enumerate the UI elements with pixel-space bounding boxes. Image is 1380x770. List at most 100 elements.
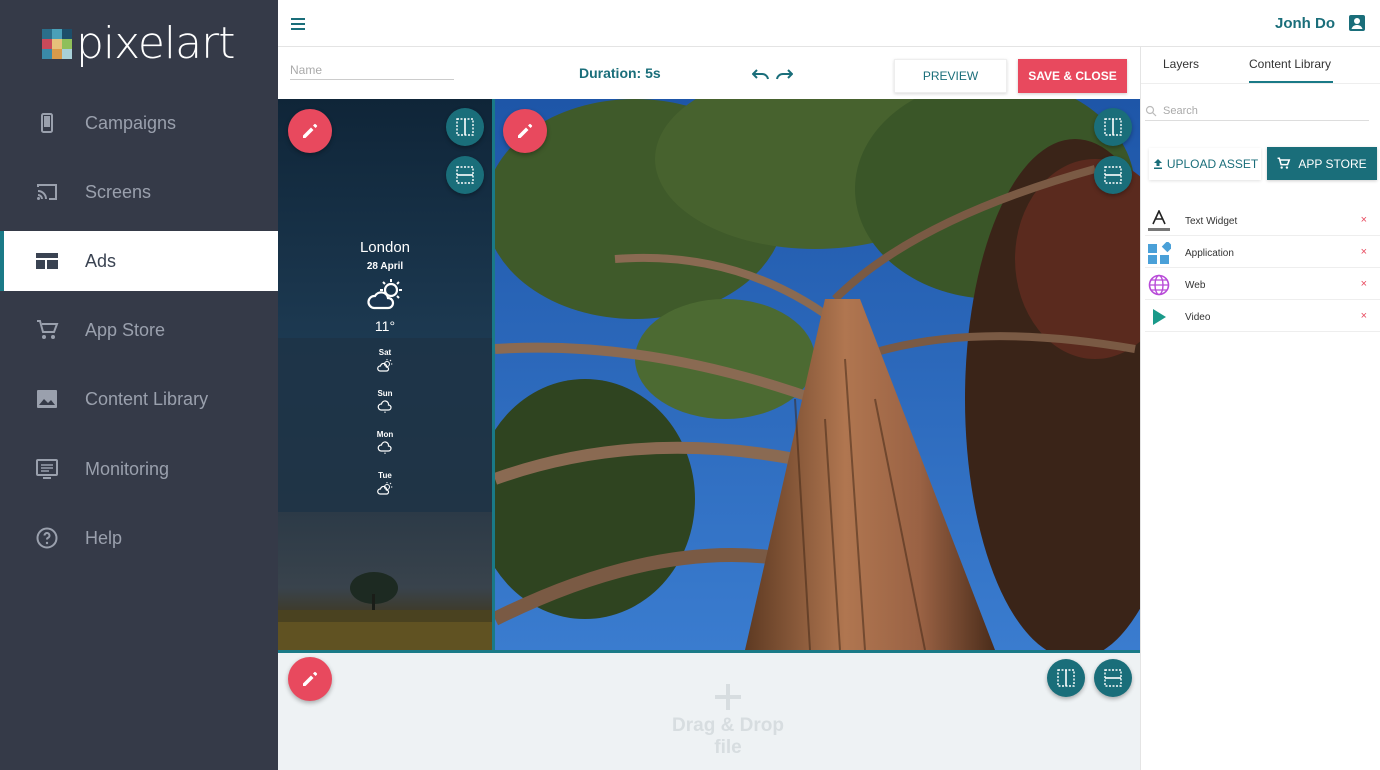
delete-icon[interactable]: ×	[1361, 310, 1367, 322]
sidebar-item-help[interactable]: Help	[0, 508, 278, 568]
forecast-day: Sun	[377, 389, 393, 398]
cart-icon	[1277, 157, 1291, 169]
library-item-label: Application	[1185, 248, 1234, 259]
weather-forecast: Sat Sun Mon Tue	[278, 338, 492, 512]
sidebar-item-label: Screens	[85, 181, 152, 202]
save-close-button[interactable]: SAVE & CLOSE	[1018, 59, 1127, 93]
forecast-day: Tue	[378, 471, 392, 480]
pencil-icon	[518, 123, 533, 138]
top-bar: Jonh Do	[278, 0, 1380, 47]
add-icon	[715, 684, 741, 710]
delete-icon[interactable]: ×	[1361, 214, 1367, 226]
logo-mark-icon	[42, 29, 72, 59]
library-item-application[interactable]: Application ×	[1145, 236, 1380, 268]
sidebar-item-label: App Store	[85, 319, 166, 340]
sidebar-item-monitoring[interactable]: Monitoring	[0, 439, 278, 499]
forecast-day: Sat	[378, 348, 392, 357]
split-vertical-button[interactable]	[446, 108, 484, 146]
cart-icon	[37, 320, 59, 339]
library-item-text-widget[interactable]: Text Widget ×	[1145, 204, 1380, 236]
split-horizontal-button[interactable]	[1094, 659, 1132, 697]
drop-zone-label: Drag & Drop file	[672, 715, 784, 758]
sidebar-item-campaigns[interactable]: Campaigns	[0, 93, 278, 153]
sidebar-item-screens[interactable]: Screens	[0, 162, 278, 222]
partly-cloudy-icon	[377, 482, 393, 495]
globe-icon	[1148, 274, 1170, 296]
help-icon	[36, 527, 58, 549]
delete-icon[interactable]: ×	[1361, 246, 1367, 258]
app-store-label: APP STORE	[1298, 156, 1367, 171]
tab-content-library[interactable]: Content Library	[1249, 57, 1331, 71]
sidebar-item-label: Content Library	[85, 388, 209, 409]
split-horizontal-icon	[456, 166, 474, 184]
sidebar-item-label: Monitoring	[85, 458, 170, 479]
duration-label[interactable]: Duration: 5s	[579, 65, 661, 81]
split-vertical-icon	[456, 118, 474, 136]
edit-zone-button[interactable]	[288, 109, 332, 153]
image-icon	[37, 390, 57, 408]
split-horizontal-icon	[1104, 669, 1122, 687]
sidebar-item-content-library[interactable]: Content Library	[0, 369, 278, 429]
app-store-button[interactable]: APP STORE	[1267, 147, 1377, 180]
upload-icon	[1153, 159, 1162, 169]
split-horizontal-button[interactable]	[1094, 156, 1132, 194]
split-vertical-icon	[1104, 118, 1122, 136]
cloud-drizzle-icon	[377, 441, 392, 454]
search-icon	[1145, 105, 1157, 117]
pencil-icon	[303, 671, 318, 686]
weather-temperature: 11°	[374, 318, 396, 334]
monitor-icon	[36, 459, 58, 479]
edit-zone-button[interactable]	[503, 109, 547, 153]
sidebar-item-label: Campaigns	[85, 112, 177, 133]
app-root: pixelart Campaigns Screens Ads App Store…	[0, 0, 1380, 770]
delete-icon[interactable]: ×	[1361, 278, 1367, 290]
search-box	[1145, 103, 1369, 121]
library-item-video[interactable]: Video ×	[1145, 300, 1380, 332]
empty-drop-zone[interactable]: Drag & Drop file	[278, 653, 1140, 770]
library-item-label: Text Widget	[1185, 216, 1238, 227]
partly-cloudy-icon	[367, 279, 402, 310]
upload-asset-button[interactable]: UPLOAD ASSET	[1149, 148, 1261, 180]
sidebar-item-label: Help	[85, 527, 123, 548]
library-item-web[interactable]: Web ×	[1145, 268, 1380, 300]
right-panel: Layers Content Library UPLOAD ASSET APP …	[1140, 47, 1380, 770]
split-vertical-button[interactable]	[1094, 108, 1132, 146]
widgets-icon	[1148, 242, 1171, 264]
forecast-day: Mon	[376, 430, 394, 439]
divider	[1141, 83, 1380, 84]
weather-date: 28 April	[366, 261, 404, 272]
text-icon	[1148, 210, 1170, 231]
cast-icon	[37, 184, 57, 200]
redo-icon[interactable]	[775, 67, 793, 81]
tab-layers[interactable]: Layers	[1163, 57, 1199, 71]
upload-asset-label: UPLOAD ASSET	[1166, 157, 1259, 171]
account-box-icon[interactable]	[1348, 14, 1366, 32]
search-input[interactable]	[1163, 103, 1363, 119]
brand-name: pixelart	[76, 18, 235, 69]
undo-icon[interactable]	[752, 67, 770, 81]
sidebar: pixelart Campaigns Screens Ads App Store…	[0, 0, 278, 770]
split-vertical-button[interactable]	[1047, 659, 1085, 697]
weather-city: London	[359, 239, 411, 256]
landscape-photo	[278, 512, 492, 650]
split-horizontal-button[interactable]	[446, 156, 484, 194]
phone-icon	[41, 113, 53, 133]
library-item-label: Web	[1185, 280, 1206, 291]
pencil-icon	[303, 123, 318, 138]
menu-icon[interactable]	[288, 14, 308, 34]
sidebar-item-ads[interactable]: Ads	[0, 231, 278, 291]
user-name[interactable]: Jonh Do	[1275, 15, 1335, 32]
layout-canvas: London 28 April 11° Sat Sun Mon Tue Drag…	[278, 99, 1140, 770]
ad-name-input[interactable]	[290, 60, 454, 80]
editor-toolbar: Duration: 5s PREVIEW SAVE & CLOSE	[278, 47, 1140, 99]
library-item-label: Video	[1185, 312, 1211, 323]
preview-button[interactable]: PREVIEW	[894, 59, 1007, 93]
sidebar-item-app-store[interactable]: App Store	[0, 300, 278, 360]
split-horizontal-icon	[1104, 166, 1122, 184]
image-zone[interactable]	[495, 99, 1140, 650]
brand-logo[interactable]: pixelart	[42, 18, 235, 69]
edit-zone-button[interactable]	[288, 657, 332, 701]
sidebar-item-label: Ads	[85, 250, 117, 271]
cloud-drizzle-icon	[377, 400, 392, 413]
dashboard-icon	[36, 253, 58, 269]
